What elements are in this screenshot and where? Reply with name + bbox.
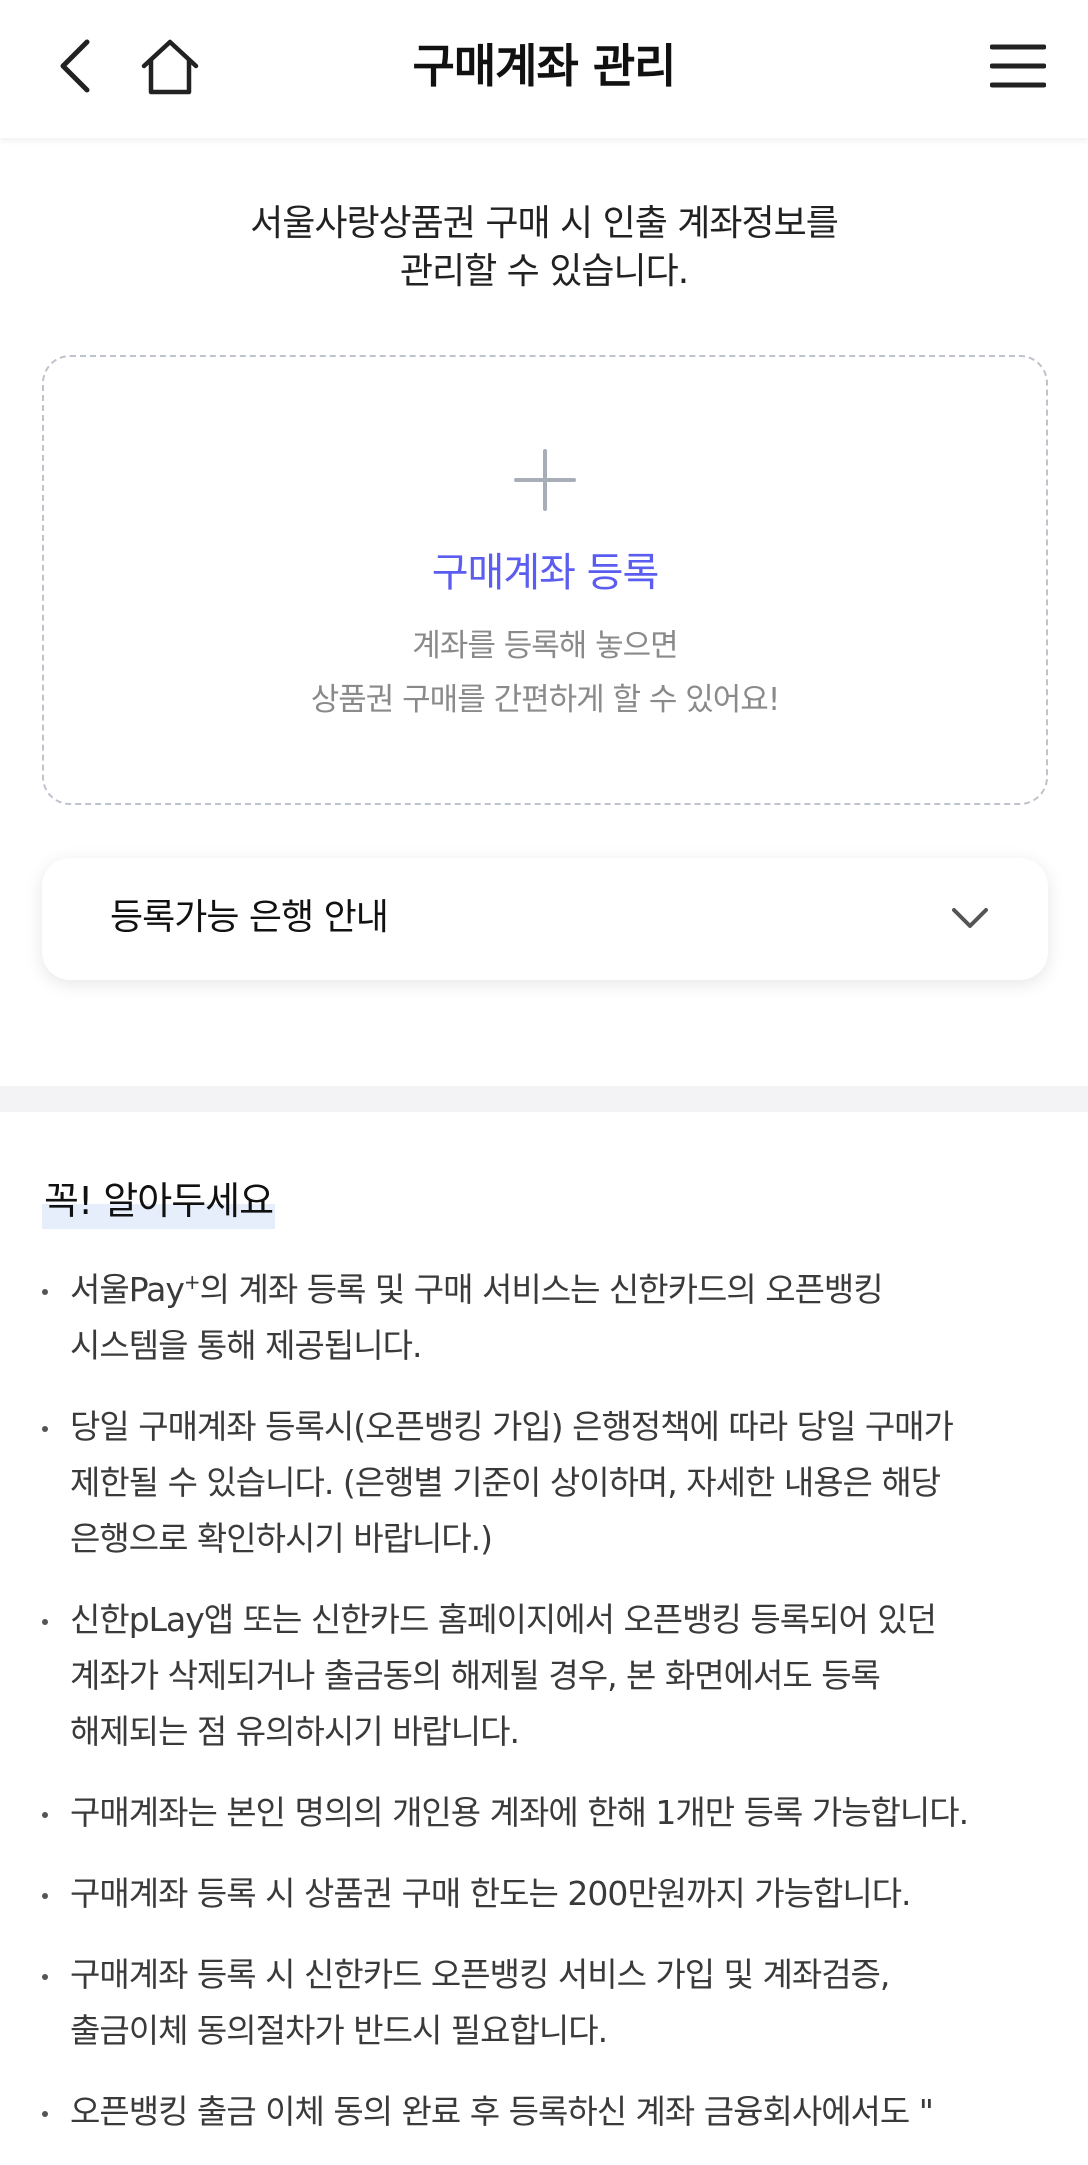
notice-text: 시스템을 통해 제공됩니다. <box>70 1326 422 1365</box>
notice-heading: 꼭! 알아두세요 <box>42 1173 276 1229</box>
notice-item: 신한pLay앱 또는 신한카드 홈페이지에서 오픈뱅킹 등록되어 있던 계좌가 … <box>40 1592 1080 1760</box>
register-desc-line: 상품권 구매를 간편하게 할 수 있어요! <box>310 682 781 718</box>
notice-text: 의 계좌 등록 및 구매 서비스는 신한카드의 오픈뱅킹 <box>199 1270 884 1309</box>
notice-text: 해제되는 점 유의하시기 바랍니다. <box>70 1712 520 1751</box>
register-title: 구매계좌 등록 <box>431 550 660 596</box>
notice-text: 구매계좌 등록 시 상품권 구매 한도는 200만원까지 가능합니다. <box>70 1874 912 1913</box>
notice-text: 오픈뱅킹 출금 이체 동의 완료 후 등록하신 계좌 금융회사에서도 " <box>70 2092 934 2131</box>
page-title: 구매계좌 관리 <box>412 39 677 93</box>
plus-icon <box>514 449 576 511</box>
app-header: 구매계좌 관리 <box>0 0 1088 138</box>
register-desc-line: 계좌를 등록해 놓으면 <box>412 628 678 664</box>
notice-item: 구매계좌 등록 시 상품권 구매 한도는 200만원까지 가능합니다. <box>40 1866 1080 1922</box>
bank-guide-label: 등록가능 은행 안내 <box>110 897 389 938</box>
notice-text: 구매계좌 등록 시 신한카드 오픈뱅킹 서비스 가입 및 계좌검증, <box>70 1955 890 1994</box>
intro-line: 서울사랑상품권 구매 시 인출 계좌정보를 <box>250 203 839 244</box>
bank-guide-accordion[interactable]: 등록가능 은행 안내 <box>42 858 1048 980</box>
notice-text: 제한될 수 있습니다. (은행별 기준이 상이하며, 자세한 내용은 해당 <box>70 1463 941 1502</box>
notice-text: 출금이체 동의절차가 반드시 필요합니다. <box>70 2011 608 2050</box>
notice-item: 구매계좌는 본인 명의의 개인용 계좌에 한해 1개만 등록 가능합니다. <box>40 1785 1080 1841</box>
notice-text: 당일 구매계좌 등록시(오픈뱅킹 가입) 은행정책에 따라 당일 구매가 <box>70 1407 954 1446</box>
notice-item: 구매계좌 등록 시 신한카드 오픈뱅킹 서비스 가입 및 계좌검증, 출금이체 … <box>40 1947 1080 2059</box>
notice-text: 구매계좌는 본인 명의의 개인용 계좌에 한해 1개만 등록 가능합니다. <box>70 1793 969 1832</box>
notice-item: 오픈뱅킹 출금 이체 동의 완료 후 등록하신 계좌 금융회사에서도 " <box>40 2084 1080 2140</box>
notice-text: 신한pLay앱 또는 신한카드 홈페이지에서 오픈뱅킹 등록되어 있던 <box>70 1600 937 1639</box>
chevron-down-icon <box>952 908 988 928</box>
notice-text: 서울Pay <box>70 1270 185 1309</box>
register-description: 계좌를 등록해 놓으면 상품권 구매를 간편하게 할 수 있어요! <box>44 619 1046 727</box>
notice-superscript: + <box>183 1270 201 1294</box>
section-divider <box>0 1086 1088 1112</box>
notice-item: 당일 구매계좌 등록시(오픈뱅킹 가입) 은행정책에 따라 당일 구매가 제한될… <box>40 1399 1080 1567</box>
register-account-button[interactable]: 구매계좌 등록 계좌를 등록해 놓으면 상품권 구매를 간편하게 할 수 있어요… <box>42 355 1048 805</box>
notice-list: 서울Pay+의 계좌 등록 및 구매 서비스는 신한카드의 오픈뱅킹 시스템을 … <box>40 1262 1080 2165</box>
notice-text: 은행으로 확인하시기 바랍니다.) <box>70 1519 493 1558</box>
notice-text: 계좌가 삭제되거나 출금동의 해제될 경우, 본 화면에서도 등록 <box>70 1656 881 1695</box>
menu-button[interactable] <box>980 28 1056 104</box>
hamburger-menu-icon <box>990 44 1046 88</box>
intro-line: 관리할 수 있습니다. <box>399 251 689 292</box>
notice-item: 서울Pay+의 계좌 등록 및 구매 서비스는 신한카드의 오픈뱅킹 시스템을 … <box>40 1262 1080 1374</box>
intro-text: 서울사랑상품권 구매 시 인출 계좌정보를 관리할 수 있습니다. <box>0 200 1088 296</box>
